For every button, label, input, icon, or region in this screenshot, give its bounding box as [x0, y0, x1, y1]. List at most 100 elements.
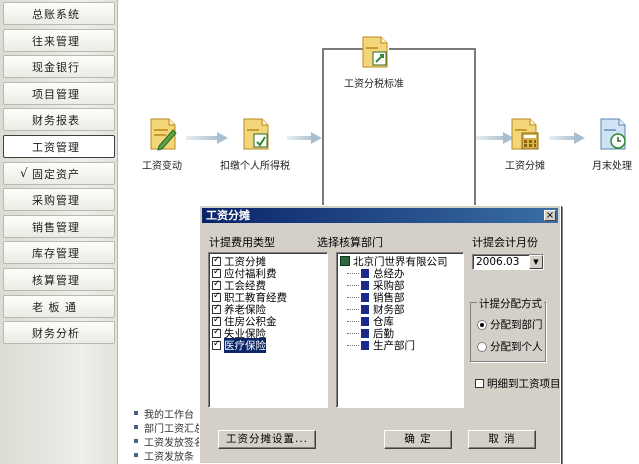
document-person-icon — [243, 118, 269, 150]
period-value: 2006.03 — [476, 256, 520, 268]
document-clock-icon — [600, 118, 626, 150]
sidebar-item[interactable]: 销售管理 — [3, 215, 115, 238]
dialog-titlebar[interactable]: 工资分摊 × — [202, 208, 558, 223]
bullet-icon — [134, 453, 138, 457]
sidebar-item-label: 库存管理 — [32, 246, 80, 260]
list-item-label: 工资发放签名 — [144, 437, 204, 449]
dept-item[interactable]: 仓库 — [337, 315, 463, 328]
period-label: 计提会计月份 — [472, 236, 538, 249]
department-icon — [361, 304, 369, 314]
calculator-document-icon — [511, 118, 539, 150]
company-icon — [340, 256, 350, 266]
checkbox[interactable] — [212, 339, 221, 350]
sidebar-item[interactable]: 现金银行 — [3, 55, 115, 78]
node-income-tax[interactable]: 扣缴个人所得税 — [219, 116, 291, 172]
method-radio[interactable]: 分配到部门 — [477, 317, 543, 332]
department-icon — [361, 316, 369, 326]
checkbox[interactable] — [212, 255, 221, 266]
sidebar-item-label: 财务分析 — [32, 326, 80, 340]
allocation-settings-button[interactable]: 工资分摊设置... — [218, 430, 316, 449]
document-edit-icon — [150, 118, 177, 151]
close-button[interactable]: × — [544, 210, 556, 221]
sidebar-item-label: 核算管理 — [32, 273, 80, 287]
node-label: 工资变动 — [142, 161, 182, 172]
checkbox[interactable] — [212, 291, 221, 302]
node-salary-allocation[interactable]: 工资分摊 — [499, 116, 551, 172]
fee-type-label: 计提费用类型 — [209, 236, 275, 249]
method-label: 计提分配方式 — [477, 296, 544, 311]
detail-label: 明细到工资项目 — [487, 378, 561, 390]
detail-checkbox[interactable]: 明细到工资项目 — [472, 376, 561, 391]
sidebar-item-label: 现金银行 — [32, 60, 80, 74]
radio-button[interactable] — [477, 319, 487, 330]
sidebar-item[interactable]: 往来管理 — [3, 29, 115, 52]
sidebar-item[interactable]: 采购管理 — [3, 188, 115, 211]
allocation-method-group: 计提分配方式 分配到部门分配到个人 — [470, 296, 546, 362]
tree-connector — [347, 272, 359, 274]
list-item-label: 部门工资汇总 — [144, 423, 204, 435]
checkbox[interactable] — [212, 315, 221, 326]
ok-button[interactable]: 确 定 — [384, 430, 452, 449]
salary-allocation-dialog: 工资分摊 × 计提费用类型 工资分摊应付福利费工会经费职工教育经费养老保险住房公… — [199, 205, 561, 464]
bullet-icon — [134, 439, 138, 443]
department-icon — [361, 328, 369, 338]
method-label: 分配到部门 — [490, 319, 543, 331]
flow-connector — [474, 48, 476, 208]
method-label: 分配到个人 — [490, 341, 543, 353]
node-month-end[interactable]: 月末处理 — [587, 116, 637, 172]
dept-label: 选择核算部门 — [317, 236, 383, 249]
sidebar-item-label: 销售管理 — [32, 220, 80, 234]
period-select[interactable]: 2006.03 ▼ — [472, 254, 544, 270]
sidebar-item[interactable]: 总账系统 — [3, 2, 115, 25]
sidebar-item[interactable]: √ 固定资产 — [3, 162, 115, 185]
department-icon — [361, 292, 369, 302]
node-salary-change[interactable]: 工资变动 — [137, 116, 187, 172]
dept-label: 生产部门 — [373, 339, 415, 352]
tree-connector — [347, 332, 359, 334]
sidebar-item-label: 总账系统 — [32, 7, 80, 21]
list-item-label: 工资发放条 — [144, 451, 194, 463]
sidebar-item-label: 项目管理 — [32, 87, 80, 101]
node-label: 工资分税标准 — [344, 79, 404, 90]
node-label: 扣缴个人所得税 — [220, 161, 290, 172]
sidebar-item[interactable]: 库存管理 — [3, 241, 115, 264]
method-radio[interactable]: 分配到个人 — [477, 339, 543, 354]
detail-checkbox-box[interactable] — [475, 379, 484, 388]
bullet-icon — [134, 411, 138, 415]
sidebar-item-label: 往来管理 — [32, 34, 80, 48]
chevron-down-icon[interactable]: ▼ — [529, 255, 543, 269]
tree-connector — [347, 344, 359, 346]
sidebar-item-label: 采购管理 — [32, 193, 80, 207]
sidebar-item[interactable]: 财务报表 — [3, 108, 115, 131]
sidebar-item-label: 固定资产 — [32, 167, 80, 181]
sidebar-item-label: 老 板 通 — [32, 300, 77, 314]
dept-item[interactable]: 财务部 — [337, 303, 463, 316]
department-icon — [361, 268, 369, 278]
checkbox[interactable] — [212, 279, 221, 290]
dept-tree[interactable]: 北京门世界有限公司 总经办 采购部 销售部 财务部 仓库 后勤 生产部门 — [336, 252, 464, 408]
tree-connector — [347, 320, 359, 322]
cancel-button[interactable]: 取 消 — [468, 430, 536, 449]
document-settings-icon — [362, 36, 388, 68]
bullet-icon — [134, 425, 138, 429]
sidebar-item[interactable]: 核算管理 — [3, 268, 115, 291]
sidebar-item[interactable]: 项目管理 — [3, 82, 115, 105]
checkbox[interactable] — [212, 267, 221, 278]
radio-button[interactable] — [477, 341, 487, 352]
flow-arrow — [549, 132, 585, 144]
checkbox[interactable] — [212, 327, 221, 338]
tree-connector — [347, 284, 359, 286]
fee-type-list[interactable]: 工资分摊应付福利费工会经费职工教育经费养老保险住房公积金失业保险医疗保险 — [208, 252, 328, 408]
node-label: 工资分摊 — [505, 161, 545, 172]
node-tax-standard[interactable]: 工资分税标准 — [341, 34, 407, 90]
sidebar-item[interactable]: 工资管理 — [3, 135, 115, 158]
sidebar-item-label: 财务报表 — [32, 113, 80, 127]
sidebar-item[interactable]: 财务分析 — [3, 321, 115, 344]
app-window: 总账系统往来管理现金银行项目管理财务报表工资管理 √ 固定资产采购管理销售管理库存管… — [0, 0, 639, 464]
node-label: 月末处理 — [592, 161, 632, 172]
sidebar-item[interactable]: 老 板 通 — [3, 295, 115, 318]
checkbox[interactable] — [212, 303, 221, 314]
dept-item[interactable]: 生产部门 — [337, 339, 463, 352]
fee-type-item[interactable]: 医疗保险 — [209, 337, 327, 353]
flow-connector — [322, 48, 324, 208]
